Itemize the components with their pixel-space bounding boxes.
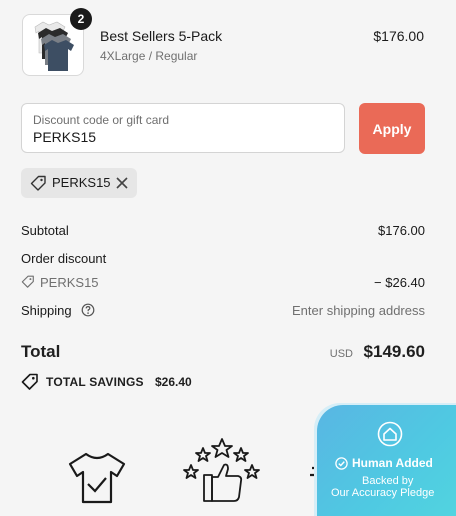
shipping-label: Shipping <box>21 303 72 318</box>
pledge-line-1: Backed by <box>362 475 414 487</box>
subtotal-value: $176.00 <box>378 223 425 238</box>
order-discount-value: − $26.40 <box>374 275 425 290</box>
discount-field-value[interactable]: PERKS15 <box>33 129 96 145</box>
tag-icon <box>21 275 34 288</box>
accuracy-pledge-badge[interactable]: Human Added Backed by Our Accuracy Pledg… <box>317 405 456 516</box>
discount-code-field[interactable]: Discount code or gift card PERKS15 <box>21 103 345 153</box>
check-circle-icon <box>335 457 348 470</box>
subtotal-label: Subtotal <box>21 223 69 238</box>
applied-discount-code: PERKS15 <box>52 175 111 190</box>
product-price: $176.00 <box>373 28 424 44</box>
total-value: $149.60 <box>363 342 425 361</box>
tshirt-check-icon <box>68 452 126 504</box>
product-title: Best Sellers 5-Pack <box>100 28 223 44</box>
shipping-value: Enter shipping address <box>292 303 425 318</box>
help-icon[interactable] <box>81 303 95 317</box>
savings-tag-icon <box>21 373 38 390</box>
tag-icon <box>30 175 46 191</box>
pledge-title: Human Added <box>352 456 433 470</box>
order-discount-label: Order discount <box>21 251 107 266</box>
order-discount-code: PERKS15 <box>40 275 99 290</box>
quantity-badge: 2 <box>70 8 92 30</box>
discount-field-label: Discount code or gift card <box>33 113 170 127</box>
apply-button[interactable]: Apply <box>359 103 425 154</box>
home-icon <box>377 421 403 447</box>
remove-discount-icon[interactable] <box>115 176 129 190</box>
pledge-line-2: Our Accuracy Pledge <box>331 487 435 499</box>
total-label: Total <box>21 342 61 361</box>
product-variant: 4XLarge / Regular <box>100 49 198 63</box>
currency-code: USD <box>329 348 353 360</box>
total-savings-value: $26.40 <box>155 375 192 389</box>
total-savings-label: TOTAL SAVINGS <box>46 375 144 389</box>
tshirt-stack-icon <box>34 21 74 71</box>
applied-discount-chip: PERKS15 <box>21 168 137 198</box>
thumbs-up-stars-icon <box>183 438 260 502</box>
